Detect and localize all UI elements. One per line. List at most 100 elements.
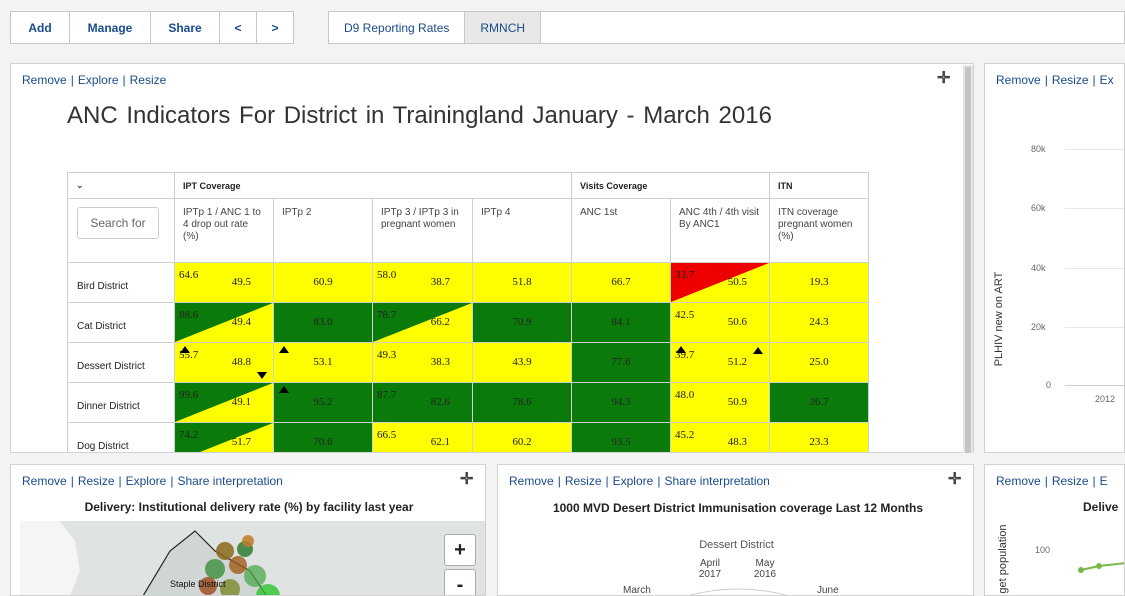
cell-value-secondary: 38.3 xyxy=(430,356,450,368)
table-cell[interactable]: 55.7 48.8 xyxy=(174,342,274,383)
remove-link[interactable]: Remove xyxy=(22,73,67,87)
cell-value: 78.6 xyxy=(512,396,532,408)
map-title: Delivery: Institutional delivery rate (%… xyxy=(84,500,414,514)
table-cell[interactable]: 26.7 xyxy=(769,382,869,423)
table-cell[interactable]: 66.7 xyxy=(571,262,671,303)
explore-link[interactable]: Explore xyxy=(613,474,654,488)
prev-button[interactable]: < xyxy=(219,11,257,44)
facility-marker[interactable] xyxy=(205,559,225,579)
cell-value-primary: 58.0 xyxy=(377,269,397,281)
trend-up-icon xyxy=(279,346,289,353)
resize-link[interactable]: Resize xyxy=(1052,73,1089,87)
facility-marker[interactable] xyxy=(216,542,234,560)
cell-value-secondary: 49.1 xyxy=(231,396,251,408)
pivot-table: ⌄ IPT Coverage Visits Coverage ITN Searc… xyxy=(67,172,869,452)
tab-rmnch[interactable]: RMNCH xyxy=(465,12,542,43)
search-input[interactable]: Search for xyxy=(77,207,159,239)
sort-dropdown-icon[interactable]: ⌄ xyxy=(67,172,175,199)
zoom-in-button[interactable]: + xyxy=(444,534,476,566)
table-cell[interactable]: 51.8 xyxy=(472,262,572,303)
table-cell[interactable]: 78.7 66.2 xyxy=(372,302,473,343)
move-icon[interactable]: ✛ xyxy=(460,469,473,489)
table-cell[interactable]: 43.9 xyxy=(472,342,572,383)
zoom-out-button[interactable]: - xyxy=(444,569,476,595)
facility-marker[interactable] xyxy=(229,556,247,574)
data-point[interactable] xyxy=(1078,567,1084,573)
panel-scrollbar[interactable] xyxy=(963,65,973,453)
table-cell[interactable]: 83.0 xyxy=(273,302,373,343)
table-cell[interactable]: 24.3 xyxy=(769,302,869,343)
table-cell[interactable]: 23.3 xyxy=(769,422,869,452)
column-header[interactable]: IPTp 2 xyxy=(273,198,373,263)
table-cell[interactable]: 33.7 50.5 xyxy=(670,262,770,303)
table-cell[interactable]: 88.6 49.4 xyxy=(174,302,274,343)
add-button[interactable]: Add xyxy=(10,11,70,44)
table-row: Cat District 88.6 49.4 83.0 78.7 66.2 70.9 84.1… xyxy=(67,302,869,343)
table-cell[interactable]: 70.9 xyxy=(472,302,572,343)
column-header[interactable]: IPTp 1 / ANC 1 to 4 drop out rate (%) xyxy=(174,198,274,263)
resize-link[interactable]: Resize xyxy=(565,474,602,488)
table-cell[interactable]: 53.1 xyxy=(273,342,373,383)
cell-value-secondary: 50.6 xyxy=(727,316,747,328)
y-tick: 20k xyxy=(1031,322,1046,332)
table-cell[interactable]: 42.5 50.6 xyxy=(670,302,770,343)
resize-link[interactable]: Resize xyxy=(1052,474,1089,488)
table-cell[interactable]: 78.6 xyxy=(472,382,572,423)
facility-map[interactable]: Staple District + - xyxy=(20,521,485,595)
share-interpretation-link[interactable]: Share interpretation xyxy=(177,474,282,488)
data-point[interactable] xyxy=(1096,563,1102,569)
table-cell[interactable]: 66.5 62.1 xyxy=(372,422,473,452)
table-cell[interactable]: 45.2 48.3 xyxy=(670,422,770,452)
table-cell[interactable]: 58.0 38.7 xyxy=(372,262,473,303)
move-icon[interactable]: ✛ xyxy=(937,68,950,88)
column-header[interactable]: ANC 4th / 4th visit By ANC1 xyxy=(670,198,770,263)
share-button[interactable]: Share xyxy=(150,11,220,44)
column-header[interactable]: IPTp 3 / IPTp 3 in pregnant women xyxy=(372,198,473,263)
remove-link[interactable]: Remove xyxy=(996,73,1041,87)
explore-link[interactable]: E xyxy=(1100,474,1108,488)
line-series xyxy=(1078,562,1124,573)
explore-link[interactable]: Ex xyxy=(1100,73,1114,87)
table-cell[interactable]: 95.2 xyxy=(273,382,373,423)
cell-value: 60.2 xyxy=(512,436,532,448)
table-cell[interactable]: 48.0 50.9 xyxy=(670,382,770,423)
table-cell[interactable]: 70.6 xyxy=(273,422,373,452)
share-interpretation-link[interactable]: Share interpretation xyxy=(664,474,769,488)
manage-button[interactable]: Manage xyxy=(69,11,151,44)
move-icon[interactable]: ✛ xyxy=(948,469,961,489)
table-cell[interactable]: 49.3 38.3 xyxy=(372,342,473,383)
table-cell[interactable]: 19.3 xyxy=(769,262,869,303)
remove-link[interactable]: Remove xyxy=(509,474,554,488)
y-tick: 40k xyxy=(1031,263,1046,273)
tab-d9-reporting-rates[interactable]: D9 Reporting Rates xyxy=(329,12,466,43)
panel-links: Remove | Resize | Explore | Share interpretati… xyxy=(509,474,770,488)
table-cell[interactable]: 84.1 xyxy=(571,302,671,343)
explore-link[interactable]: Explore xyxy=(78,73,119,87)
facility-marker[interactable] xyxy=(242,535,254,547)
column-header[interactable]: IPTp 4 xyxy=(472,198,572,263)
remove-link[interactable]: Remove xyxy=(22,474,67,488)
row-label: Dog District xyxy=(67,422,175,452)
table-cell[interactable]: 94.3 xyxy=(571,382,671,423)
facility-marker[interactable] xyxy=(244,565,266,587)
table-cell[interactable]: 25.0 xyxy=(769,342,869,383)
table-cell[interactable]: 93.5 xyxy=(571,422,671,452)
table-cell[interactable]: 60.2 xyxy=(472,422,572,452)
table-cell[interactable]: 39.7 51.2 xyxy=(670,342,770,383)
next-button[interactable]: > xyxy=(256,11,294,44)
remove-link[interactable]: Remove xyxy=(996,474,1041,488)
table-cell[interactable]: 99.6 49.1 xyxy=(174,382,274,423)
radar-label-may: May 2016 xyxy=(753,558,777,580)
cell-value-secondary: 48.8 xyxy=(231,356,251,368)
column-header[interactable]: ITN coverage pregnant women (%) xyxy=(769,198,869,263)
resize-link[interactable]: Resize xyxy=(130,73,167,87)
table-cell[interactable]: 74.2 51.7 xyxy=(174,422,274,452)
table-cell[interactable]: 60.9 xyxy=(273,262,373,303)
explore-link[interactable]: Explore xyxy=(126,474,167,488)
table-cell[interactable]: 77.6 xyxy=(571,342,671,383)
resize-link[interactable]: Resize xyxy=(78,474,115,488)
x-tick: 2012 xyxy=(1095,394,1116,404)
table-cell[interactable]: 87.7 82.6 xyxy=(372,382,473,423)
table-cell[interactable]: 64.6 49.5 xyxy=(174,262,274,303)
column-header[interactable]: ANC 1st xyxy=(571,198,671,263)
